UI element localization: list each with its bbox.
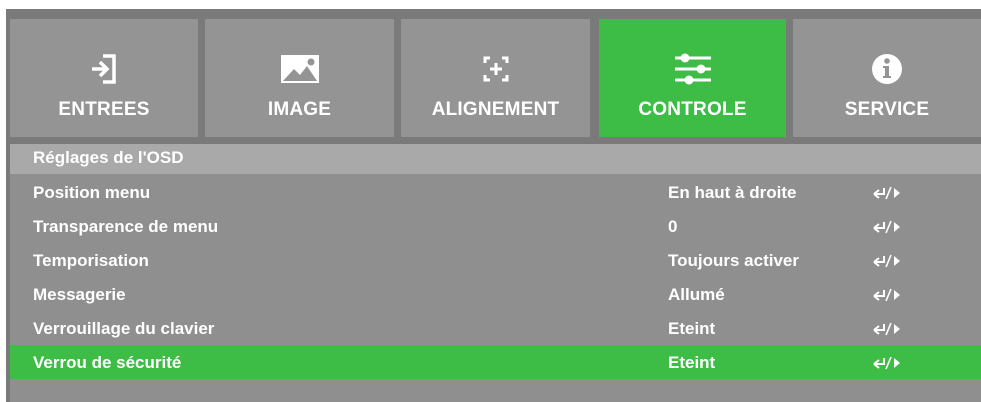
row-label: Messagerie <box>33 285 126 304</box>
menu-row-verrou-securite[interactable]: Verrou de sécurité Eteint <box>10 345 981 379</box>
tab-entrees[interactable]: ENTREES <box>10 19 198 137</box>
row-value: Eteint <box>668 353 716 372</box>
alignment-icon <box>401 49 590 89</box>
image-icon <box>205 49 394 89</box>
menu-row-temporisation[interactable]: Temporisation Toujours activer <box>10 243 981 277</box>
tab-alignement[interactable]: ALIGNEMENT <box>401 19 590 137</box>
menu-row-verrouillage-clavier[interactable]: Verrouillage du clavier Eteint <box>10 311 981 345</box>
row-value: Allumé <box>668 285 725 304</box>
tab-label: IMAGE <box>267 99 332 120</box>
info-icon <box>793 49 981 89</box>
tab-image[interactable]: IMAGE <box>205 19 394 137</box>
tab-label: ENTREES <box>58 99 150 120</box>
row-label: Temporisation <box>33 251 149 270</box>
row-value: Eteint <box>668 319 716 338</box>
sliders-icon <box>599 49 786 89</box>
menu-row-messagerie[interactable]: Messagerie Allumé <box>10 277 981 311</box>
row-value: 0 <box>668 217 678 236</box>
section-header: Réglages de l'OSD <box>10 144 981 174</box>
menu-row-position-menu[interactable]: Position menu En haut à droite <box>10 175 981 209</box>
input-icon <box>10 49 198 89</box>
row-label: Verrouillage du clavier <box>33 319 215 338</box>
tab-service[interactable]: SERVICE <box>793 19 981 137</box>
row-label: Transparence de menu <box>33 217 219 236</box>
tab-label: SERVICE <box>844 99 930 120</box>
row-value: En haut à droite <box>668 183 797 202</box>
enter-arrow-icon[interactable] <box>872 287 912 303</box>
tab-label: CONTROLE <box>638 99 747 120</box>
enter-arrow-icon[interactable] <box>872 253 912 269</box>
enter-arrow-icon[interactable] <box>872 321 912 337</box>
menu-row-transparence[interactable]: Transparence de menu 0 <box>10 209 981 243</box>
row-label: Position menu <box>33 183 151 202</box>
row-label: Verrou de sécurité <box>33 353 182 372</box>
enter-arrow-icon[interactable] <box>872 219 912 235</box>
enter-arrow-icon[interactable] <box>872 185 912 201</box>
row-value: Toujours activer <box>668 251 799 270</box>
enter-arrow-icon[interactable] <box>872 355 912 371</box>
tab-controle[interactable]: CONTROLE <box>599 19 786 137</box>
menu-tabs: ENTREES IMAGE ALIGNEMENT CONTROLE SERVIC… <box>10 19 981 137</box>
tab-label: ALIGNEMENT <box>431 99 560 120</box>
section-title: Réglages de l'OSD <box>33 148 184 167</box>
